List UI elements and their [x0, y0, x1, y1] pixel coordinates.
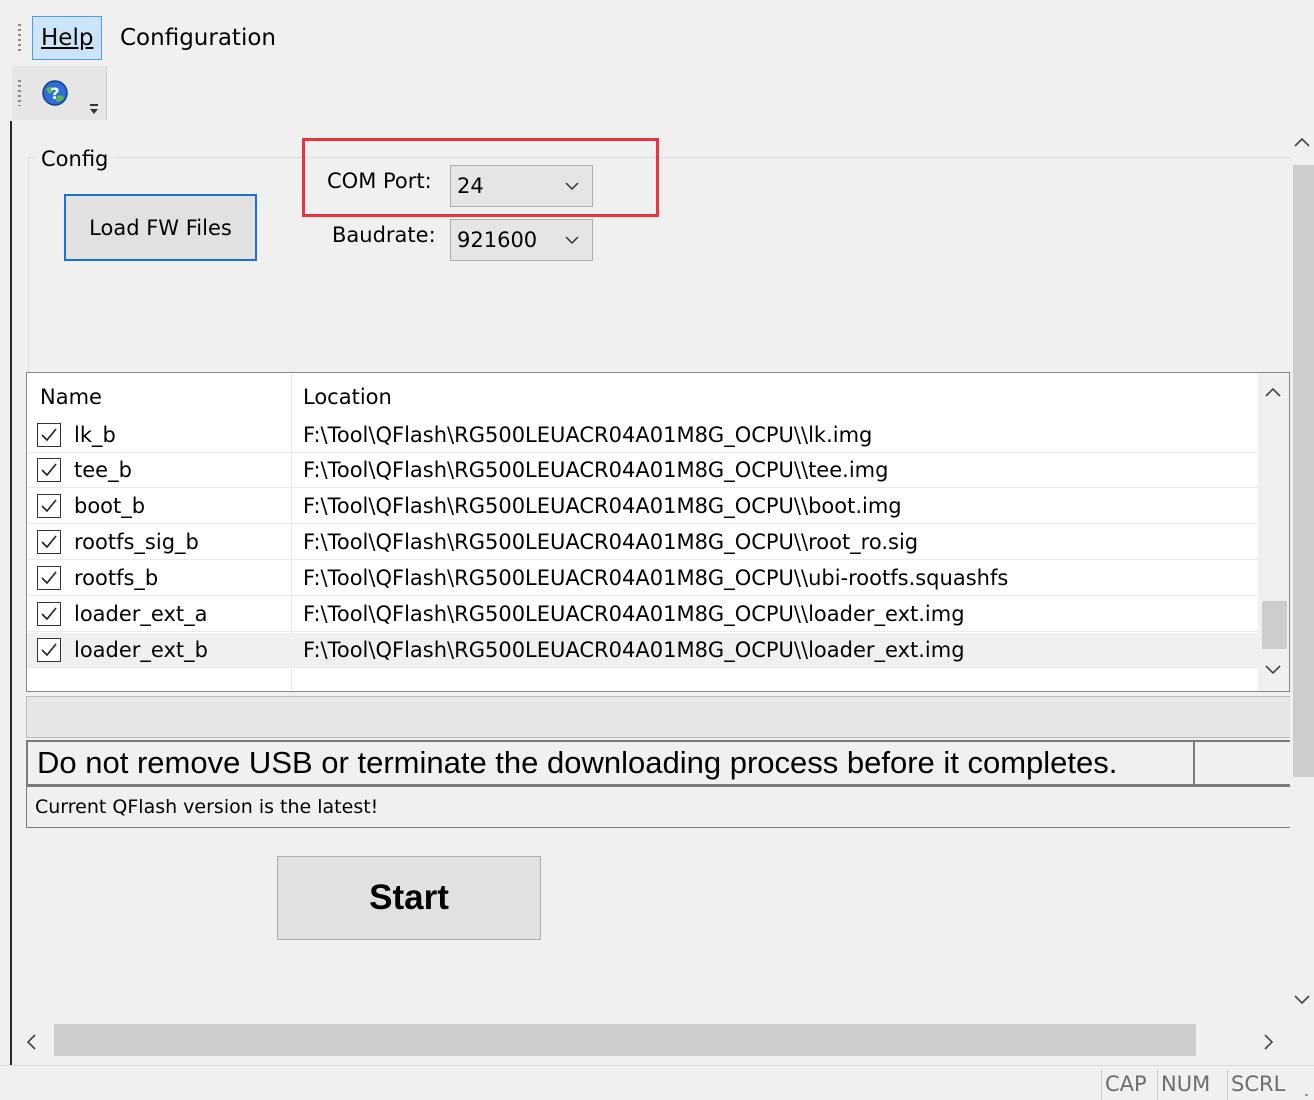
chevron-down-icon: [90, 104, 98, 114]
toolbar-grip[interactable]: [18, 80, 21, 106]
version-status: Current QFlash version is the latest!: [26, 786, 1296, 828]
row-checkbox[interactable]: [37, 566, 61, 590]
row-name: loader_ext_a: [74, 602, 208, 626]
chevron-up-icon: [1265, 387, 1281, 397]
config-legend: Config: [36, 144, 114, 174]
row-name: boot_b: [74, 494, 146, 518]
table-row[interactable]: loader_ext_b F:\Tool\QFlash\RG500LEUACR0…: [27, 633, 1258, 668]
table-row[interactable]: boot_b F:\Tool\QFlash\RG500LEUACR04A01M8…: [27, 489, 1258, 524]
checkmark-icon: [41, 571, 57, 585]
checkmark-icon: [41, 499, 57, 513]
checkmark-icon: [41, 535, 57, 549]
resize-grip-icon[interactable]: [1296, 1084, 1310, 1098]
row-name: tee_b: [74, 458, 132, 482]
column-header-name[interactable]: Name: [40, 383, 102, 411]
row-location: F:\Tool\QFlash\RG500LEUACR04A01M8G_OCPU\…: [303, 494, 902, 518]
chevron-down-icon: [1294, 995, 1310, 1005]
baudrate-select[interactable]: 921600: [450, 219, 593, 261]
row-checkbox[interactable]: [37, 638, 61, 662]
baudrate-value: 921600: [457, 228, 538, 252]
scroll-lock-indicator: SCRL: [1227, 1069, 1288, 1100]
checkmark-icon: [41, 607, 57, 621]
chevron-left-icon: [26, 1034, 36, 1050]
row-location: F:\Tool\QFlash\RG500LEUACR04A01M8G_OCPU\…: [303, 638, 965, 662]
main-horizontal-scroll-thumb[interactable]: [54, 1024, 1196, 1056]
column-header-location[interactable]: Location: [303, 383, 392, 411]
table-row[interactable]: tee_b F:\Tool\QFlash\RG500LEUACR04A01M8G…: [27, 453, 1258, 488]
table-row[interactable]: rootfs_sig_b F:\Tool\QFlash\RG500LEUACR0…: [27, 525, 1258, 560]
row-location: F:\Tool\QFlash\RG500LEUACR04A01M8G_OCPU\…: [303, 423, 873, 447]
start-button[interactable]: Start: [277, 856, 541, 940]
menu-grip[interactable]: [18, 24, 21, 54]
config-groupbox: [28, 157, 1296, 377]
chevron-down-icon: [1265, 665, 1281, 675]
row-checkbox[interactable]: [37, 530, 61, 554]
row-checkbox[interactable]: [37, 458, 61, 482]
num-lock-indicator: NUM: [1157, 1069, 1213, 1100]
menu-help[interactable]: Help: [32, 16, 103, 60]
row-location: F:\Tool\QFlash\RG500LEUACR04A01M8G_OCPU\…: [303, 566, 1009, 590]
table-row[interactable]: rootfs_b F:\Tool\QFlash\RG500LEUACR04A01…: [27, 561, 1258, 596]
checkmark-icon: [41, 463, 57, 477]
baudrate-label: Baudrate:: [332, 223, 436, 247]
menu-help-label: Help: [41, 25, 94, 51]
status-side-cell: [1193, 740, 1293, 786]
warning-message: Do not remove USB or terminate the downl…: [26, 740, 1193, 786]
list-scroll-thumb[interactable]: [1262, 601, 1287, 649]
table-row[interactable]: lk_b F:\Tool\QFlash\RG500LEUACR04A01M8G_…: [27, 418, 1258, 453]
row-name: lk_b: [74, 423, 116, 447]
chevron-up-icon: [1294, 137, 1310, 147]
checkmark-icon: [41, 643, 57, 657]
help-toolbar-button[interactable]: ?: [34, 74, 76, 112]
row-checkbox[interactable]: [37, 494, 61, 518]
chevron-right-icon: [1264, 1034, 1274, 1050]
com-port-highlight: [302, 138, 659, 217]
svg-text:?: ?: [50, 84, 59, 103]
toolbar-overflow-button[interactable]: [86, 94, 102, 118]
table-row[interactable]: loader_ext_a F:\Tool\QFlash\RG500LEUACR0…: [27, 597, 1258, 632]
checkmark-icon: [41, 428, 57, 442]
caps-lock-indicator: CAP: [1101, 1069, 1150, 1100]
main-vertical-scroll-thumb[interactable]: [1293, 165, 1314, 777]
row-location: F:\Tool\QFlash\RG500LEUACR04A01M8G_OCPU\…: [303, 530, 919, 554]
toolbar: [0, 66, 1314, 121]
row-location: F:\Tool\QFlash\RG500LEUACR04A01M8G_OCPU\…: [303, 458, 889, 482]
load-fw-files-button[interactable]: Load FW Files: [64, 194, 257, 261]
row-checkbox[interactable]: [37, 602, 61, 626]
row-name: rootfs_b: [74, 566, 159, 590]
row-location: F:\Tool\QFlash\RG500LEUACR04A01M8G_OCPU\…: [303, 602, 965, 626]
menu-configuration[interactable]: Configuration: [111, 16, 285, 60]
download-progress-bar: [26, 696, 1296, 738]
row-name: loader_ext_b: [74, 638, 208, 662]
row-checkbox[interactable]: [37, 423, 61, 447]
help-globe-icon: ?: [42, 80, 68, 106]
row-name: rootfs_sig_b: [74, 530, 199, 554]
chevron-down-icon: [565, 236, 579, 245]
